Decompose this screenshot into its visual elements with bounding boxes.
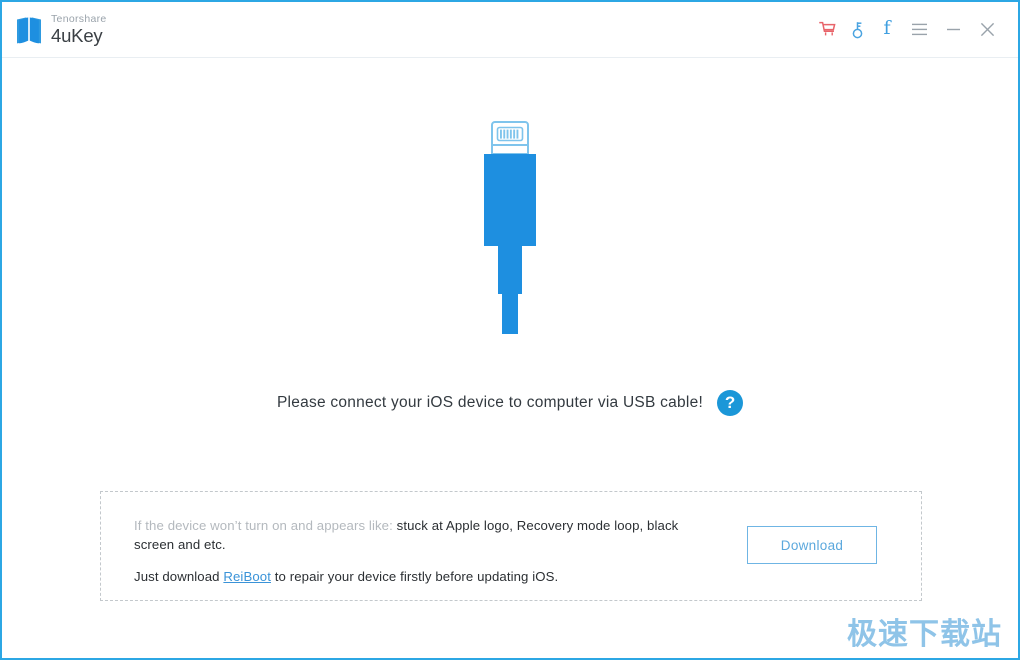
titlebar-actions: f (812, 15, 1004, 45)
facebook-glyph: f (883, 17, 891, 39)
connect-prompt-text: Please connect your iOS device to comput… (276, 394, 704, 411)
brand-product: 4uKey (51, 24, 103, 46)
main-content-area: Please connect your iOS device to comput… (2, 58, 1018, 658)
facebook-icon[interactable]: f (872, 15, 902, 45)
help-icon[interactable]: ? (717, 390, 744, 416)
key-icon[interactable] (842, 15, 872, 45)
reiboot-link[interactable]: ReiBoot (223, 569, 271, 584)
menu-icon[interactable] (902, 15, 936, 45)
site-watermark: 极速下载站 (847, 617, 1002, 652)
download-button[interactable]: Download (747, 526, 877, 564)
hint-download-prefix: Just download (134, 569, 220, 584)
title-bar: Tenorshare 4uKey f (2, 2, 1018, 58)
illustration-wrap (2, 120, 1018, 334)
shield-book-logo-icon (16, 16, 42, 44)
minimize-icon[interactable] (936, 15, 970, 45)
reiboot-hint-panel: If the device won’t turn on and appears … (100, 491, 922, 601)
app-window: Tenorshare 4uKey f Please connect your i… (0, 0, 1020, 660)
brand-text: Tenorshare 4uKey (51, 14, 107, 45)
hint-paragraph-2: Just download ReiBoot to repair your dev… (134, 569, 719, 584)
hint-download-suffix: to repair your device firstly before upd… (274, 569, 559, 584)
brand: Tenorshare 4uKey (16, 14, 107, 45)
reiboot-hint-inner: If the device won’t turn on and appears … (101, 492, 921, 600)
connect-prompt-row: Please connect your iOS device to comput… (2, 390, 1018, 416)
hint-text-column: If the device won’t turn on and appears … (134, 516, 719, 584)
close-icon[interactable] (970, 15, 1004, 45)
brand-vendor: Tenorshare (51, 13, 107, 25)
cart-icon[interactable] (812, 15, 842, 45)
hint-paragraph-1: If the device won’t turn on and appears … (134, 516, 719, 554)
lightning-usb-cable-icon (484, 121, 536, 334)
hint-lead-text: If the device won’t turn on and appears … (134, 518, 393, 533)
